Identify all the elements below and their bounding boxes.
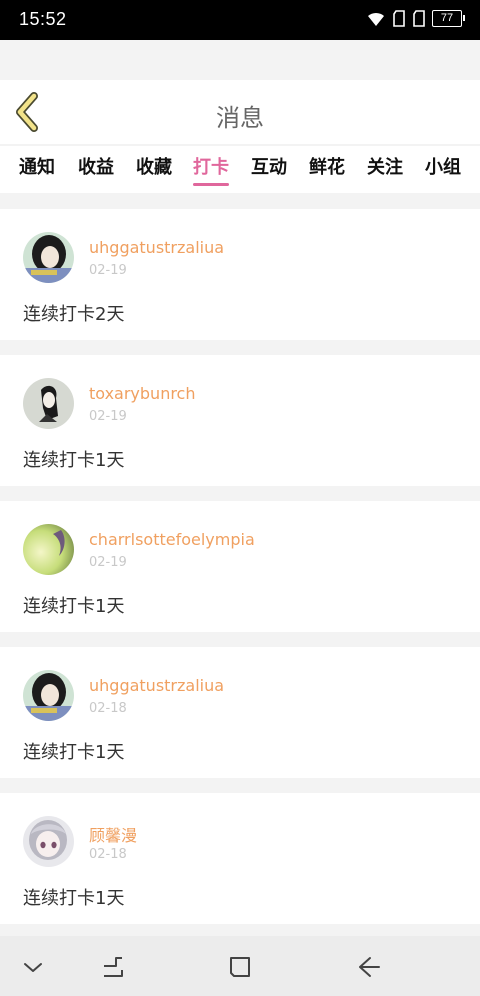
- battery-icon: 77: [432, 10, 465, 27]
- list-item[interactable]: toxarybunrch 02-19 连续打卡1天: [0, 355, 480, 486]
- message-text: 连续打卡2天: [23, 304, 125, 325]
- status-time: 15:52: [19, 9, 67, 29]
- list-item[interactable]: uhggatustrzaliua 02-19 连续打卡2天: [0, 209, 480, 340]
- status-icons: 77: [366, 10, 465, 27]
- list-item[interactable]: 顾馨漫 02-18 连续打卡1天: [0, 793, 480, 924]
- tab-notifications[interactable]: 通知: [19, 153, 55, 179]
- user-name[interactable]: 顾馨漫: [89, 822, 137, 846]
- message-date: 02-19: [89, 263, 127, 278]
- list-item[interactable]: uhggatustrzaliua 02-18 连续打卡1天: [0, 647, 480, 778]
- list-item[interactable]: charrlsottefoelympia 02-19 连续打卡1天: [0, 501, 480, 632]
- user-name[interactable]: toxarybunrch: [89, 384, 196, 403]
- active-tab-indicator: [193, 183, 229, 186]
- message-list: uhggatustrzaliua 02-19 连续打卡2天 toxarybunr…: [0, 209, 480, 939]
- tab-favorites[interactable]: 收藏: [136, 153, 172, 179]
- message-text: 连续打卡1天: [23, 450, 125, 471]
- tab-flowers[interactable]: 鲜花: [309, 153, 345, 179]
- message-text: 连续打卡1天: [23, 596, 125, 617]
- back-arrow-icon: [359, 957, 380, 977]
- chevron-down-icon: [24, 963, 42, 972]
- home-icon: [230, 957, 250, 977]
- message-date: 02-19: [89, 555, 127, 570]
- user-name[interactable]: uhggatustrzaliua: [89, 238, 224, 257]
- tab-earnings[interactable]: 收益: [78, 153, 114, 179]
- nav-back-button[interactable]: [356, 954, 382, 980]
- nav-recent-apps-button[interactable]: [100, 954, 126, 980]
- message-date: 02-18: [89, 847, 127, 862]
- tab-checkin-label: 打卡: [193, 157, 229, 178]
- sim-card-icon: [393, 10, 405, 27]
- tab-following[interactable]: 关注: [367, 153, 403, 179]
- tab-checkin[interactable]: 打卡: [193, 153, 229, 186]
- avatar[interactable]: [23, 232, 74, 283]
- recent-apps-icon: [104, 957, 123, 977]
- nav-collapse-button[interactable]: [20, 954, 46, 980]
- nav-home-button[interactable]: [227, 954, 253, 980]
- tab-groups[interactable]: 小组: [425, 153, 461, 179]
- tab-bar: 通知 收益 收藏 打卡 互动 鲜花 关注 小组: [0, 146, 480, 193]
- avatar[interactable]: [23, 670, 74, 721]
- tab-interaction[interactable]: 互动: [251, 153, 287, 179]
- sim-card-icon: [413, 10, 425, 27]
- message-date: 02-19: [89, 409, 127, 424]
- system-nav-bar: [0, 936, 480, 996]
- page-title: 消息: [216, 104, 264, 132]
- avatar[interactable]: [23, 378, 74, 429]
- avatar[interactable]: [23, 816, 74, 867]
- wifi-icon: [368, 12, 384, 26]
- message-text: 连续打卡1天: [23, 888, 125, 909]
- message-text: 连续打卡1天: [23, 742, 125, 763]
- header: 消息: [0, 80, 480, 144]
- user-name[interactable]: charrlsottefoelympia: [89, 530, 255, 549]
- avatar[interactable]: [23, 524, 74, 575]
- user-name[interactable]: uhggatustrzaliua: [89, 676, 224, 695]
- status-bar: 15:52 77: [0, 0, 480, 40]
- message-date: 02-18: [89, 701, 127, 716]
